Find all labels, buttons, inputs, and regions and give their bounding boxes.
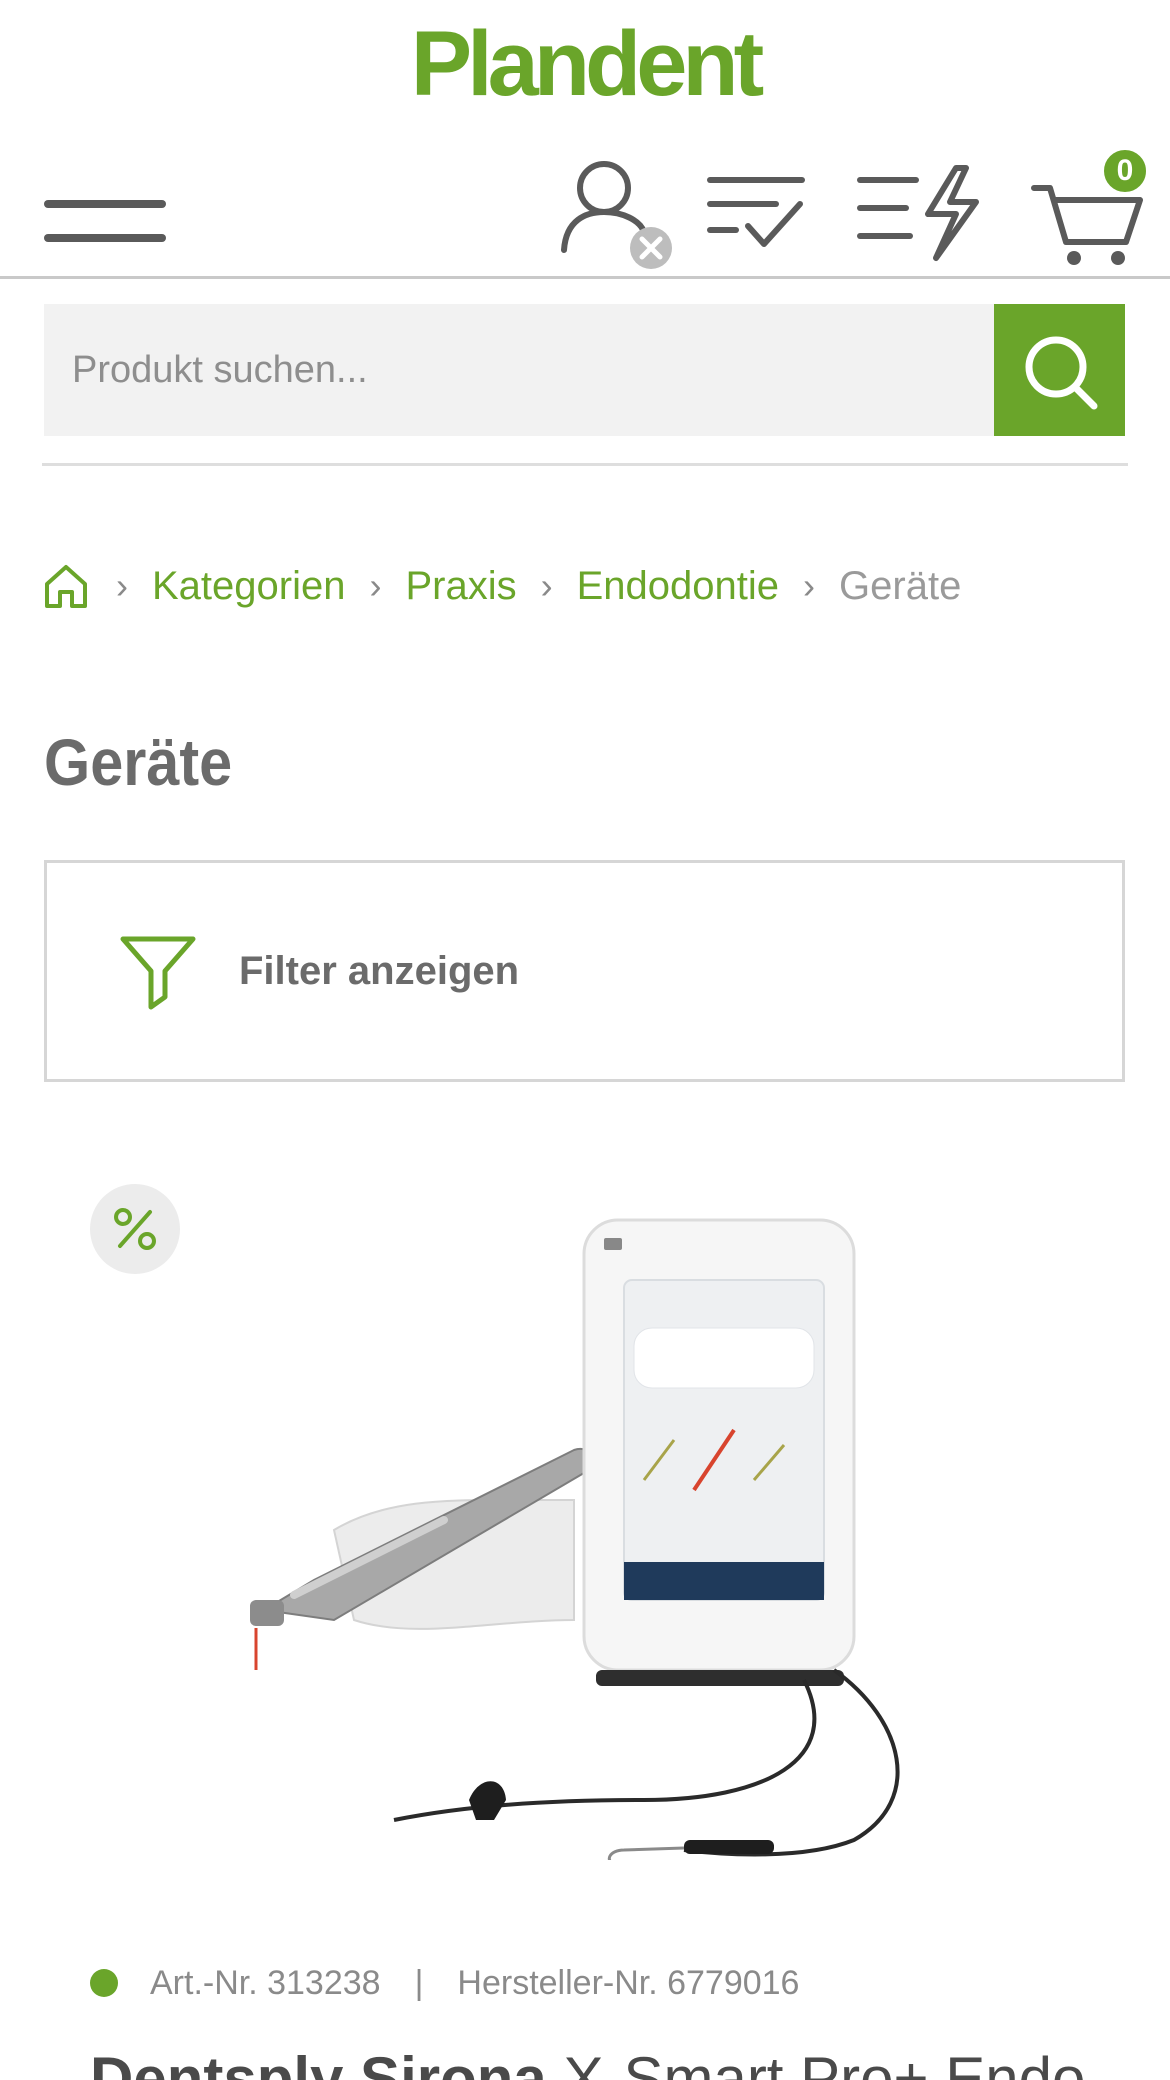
wishlist-icon[interactable] [706,170,806,260]
page-title: Geräte [44,725,233,799]
logo[interactable]: Plandent [0,14,1170,114]
breadcrumb-current: Geräte [839,563,962,608]
breadcrumb: › Kategorien › Praxis › Endodontie › Ger… [42,556,961,616]
cart-count-badge: 0 [1100,146,1150,196]
hamburger-menu-icon[interactable] [44,170,166,246]
search-field [44,304,994,436]
product-title[interactable]: Dentsply Sirona X-Smart Pro+ Endo [90,2044,1085,2080]
breadcrumb-item-praxis[interactable]: Praxis [405,564,516,609]
product-title-name: X-Smart Pro+ Endo [546,2045,1086,2080]
home-icon[interactable] [42,562,90,610]
product-title-brand: Dentsply Sirona [90,2045,547,2080]
article-number: Art.-Nr. 313238 [150,1963,381,2002]
product-meta: Art.-Nr. 313238 | Hersteller-Nr. 6779016 [90,1958,799,2008]
breadcrumb-item-endodontie[interactable]: Endodontie [577,564,779,609]
user-icon[interactable] [556,150,676,270]
manufacturer-number: Hersteller-Nr. 6779016 [457,1963,800,2002]
header-navbar: 0 [0,140,1170,280]
discount-badge [90,1184,180,1274]
breadcrumb-separator: › [803,565,816,606]
header-divider [0,276,1170,279]
meta-separator: | [414,1963,424,2002]
search-input[interactable] [44,304,994,436]
search-divider [42,463,1128,466]
breadcrumb-separator: › [116,565,128,606]
product-image[interactable] [244,1200,964,1860]
stock-status-indicator [90,1969,118,1997]
search-icon [1025,336,1098,410]
search-button[interactable] [994,304,1125,436]
filter-toggle-button[interactable]: Filter anzeigen [44,860,1125,1082]
quick-order-icon[interactable] [856,162,980,262]
breadcrumb-separator: › [540,565,553,606]
filter-icon [120,936,196,1010]
product-card: Art.-Nr. 313238 | Hersteller-Nr. 6779016… [44,1140,1125,2080]
filter-label: Filter anzeigen [239,949,520,993]
percent-icon [114,1208,156,1250]
breadcrumb-separator: › [369,565,382,606]
breadcrumb-item-kategorien[interactable]: Kategorien [152,564,345,609]
